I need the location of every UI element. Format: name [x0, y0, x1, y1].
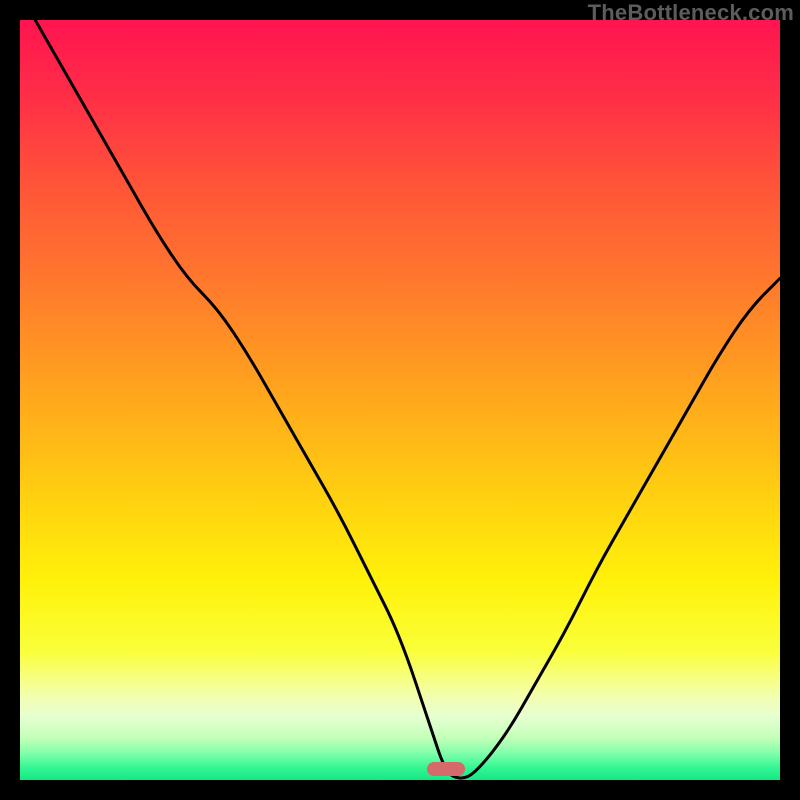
watermark: TheBottleneck.com: [588, 0, 794, 26]
bottleneck-curve: [20, 20, 780, 780]
plot-area: [20, 20, 780, 780]
frame: TheBottleneck.com: [0, 0, 800, 800]
optimum-marker: [427, 762, 465, 776]
